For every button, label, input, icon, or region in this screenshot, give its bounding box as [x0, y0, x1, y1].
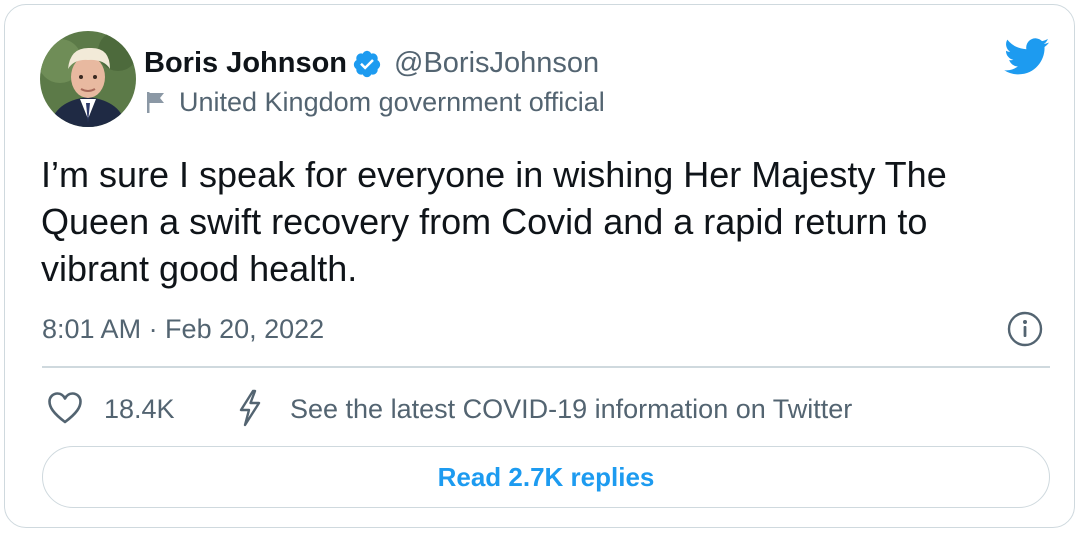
- author-handle[interactable]: @BorisJohnson: [394, 43, 599, 83]
- covid-info-link[interactable]: See the latest COVID-19 information on T…: [290, 390, 852, 428]
- avatar[interactable]: [40, 31, 136, 127]
- affiliation-label: United Kingdom government official: [179, 87, 605, 117]
- tweet-timestamp[interactable]: 8:01 AM · Feb 20, 2022: [42, 310, 324, 348]
- divider: [42, 366, 1050, 368]
- heart-icon[interactable]: [47, 391, 83, 425]
- author-name[interactable]: Boris Johnson: [144, 43, 347, 83]
- flag-icon: [146, 91, 166, 113]
- verified-badge-icon: [352, 49, 382, 79]
- tweet-text: I’m sure I speak for everyone in wishing…: [41, 154, 947, 289]
- like-count[interactable]: 18.4K: [104, 390, 175, 428]
- read-replies-button[interactable]: Read 2.7K replies: [42, 446, 1050, 508]
- lightning-icon: [235, 389, 265, 427]
- info-icon[interactable]: [1007, 311, 1043, 347]
- twitter-bird-icon[interactable]: [1004, 38, 1050, 76]
- tweet-card: Boris Johnson @BorisJohnson United Kingd…: [4, 4, 1075, 528]
